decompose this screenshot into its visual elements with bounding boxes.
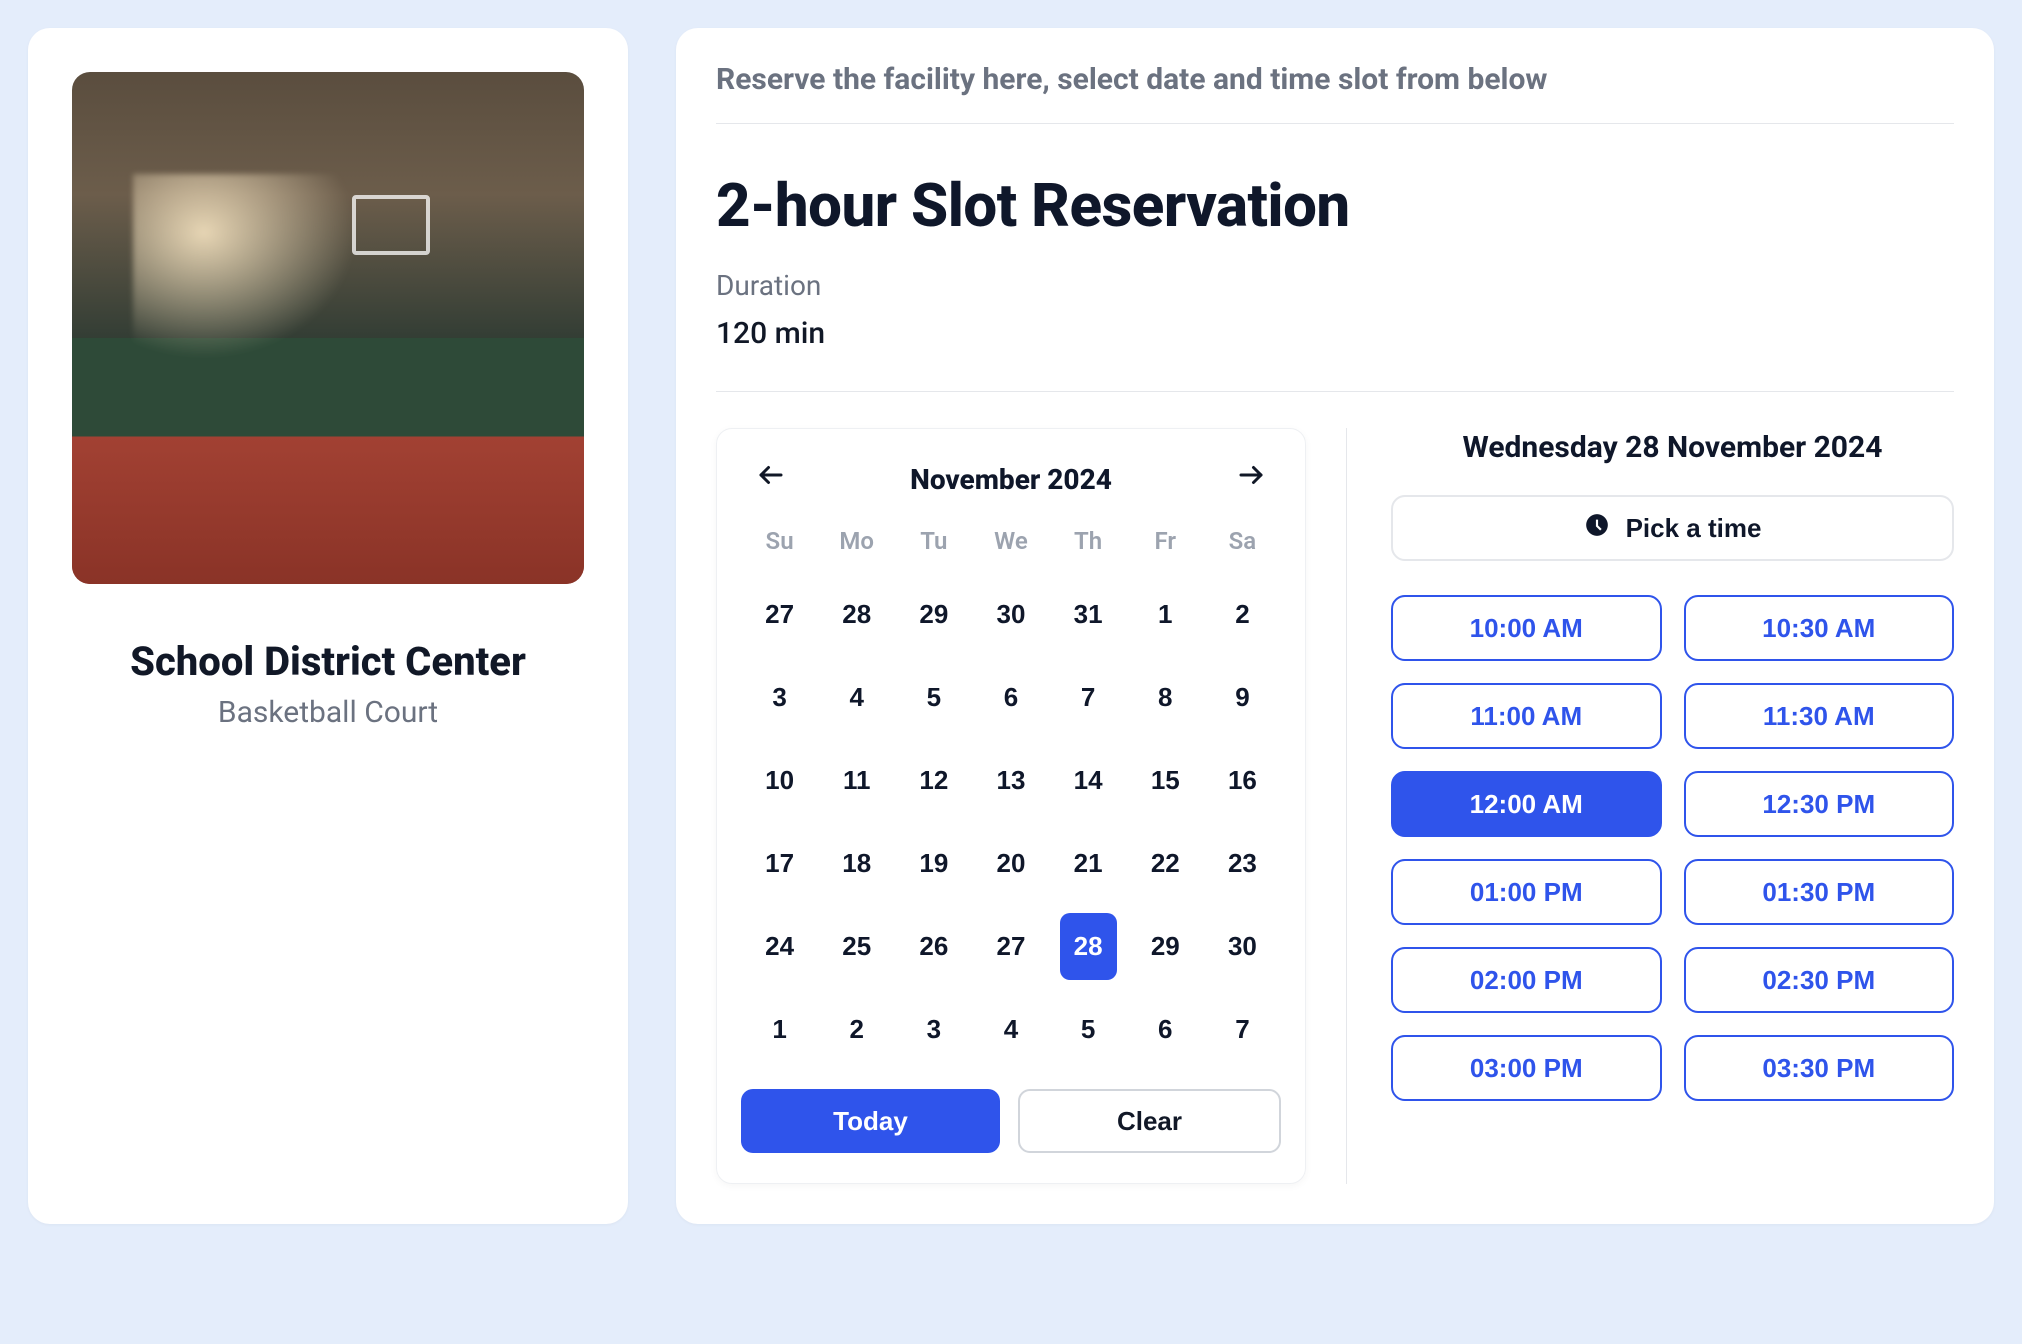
calendar-day[interactable]: 12 — [905, 747, 962, 814]
calendar-day[interactable]: 20 — [982, 830, 1039, 897]
clock-icon — [1584, 512, 1610, 545]
calendar-day[interactable]: 16 — [1214, 747, 1271, 814]
calendar-day[interactable]: 22 — [1137, 830, 1194, 897]
time-slot[interactable]: 11:00 AM — [1391, 683, 1662, 749]
calendar-day[interactable]: 26 — [905, 913, 962, 980]
calendar-day[interactable]: 8 — [1137, 664, 1194, 731]
today-button[interactable]: Today — [741, 1089, 1000, 1153]
calendar-dow: Su — [741, 519, 818, 569]
calendar-day[interactable]: 2 — [1214, 581, 1271, 648]
time-slots: 10:00 AM 10:30 AM 11:00 AM 11:30 AM 12:00 AM… — [1391, 595, 1954, 1101]
calendar-day[interactable]: 23 — [1214, 830, 1271, 897]
time-slot[interactable]: 02:00 PM — [1391, 947, 1662, 1013]
duration-value: 120 min — [716, 316, 1954, 392]
calendar-day[interactable]: 5 — [1060, 996, 1117, 1063]
calendar-dow: Fr — [1127, 519, 1204, 569]
calendar-day[interactable]: 18 — [828, 830, 885, 897]
time-slot[interactable]: 03:00 PM — [1391, 1035, 1662, 1101]
facility-image — [72, 72, 584, 584]
calendar-day[interactable]: 30 — [1214, 913, 1271, 980]
calendar-dow: Th — [1050, 519, 1127, 569]
calendar-day[interactable]: 9 — [1214, 664, 1271, 731]
time-slot[interactable]: 01:00 PM — [1391, 859, 1662, 925]
time-slot[interactable]: 01:30 PM — [1684, 859, 1955, 925]
time-slot[interactable]: 10:00 AM — [1391, 595, 1662, 661]
facility-name: School District Center — [130, 638, 526, 685]
calendar-day[interactable]: 19 — [905, 830, 962, 897]
calendar: November 2024 SuMoTuWeThFrSa272829303112… — [716, 428, 1306, 1184]
calendar-dow: Sa — [1204, 519, 1281, 569]
time-slot[interactable]: 03:30 PM — [1684, 1035, 1955, 1101]
calendar-day[interactable]: 7 — [1060, 664, 1117, 731]
calendar-dow: Tu — [895, 519, 972, 569]
reservation-hint: Reserve the facility here, select date a… — [716, 62, 1954, 124]
calendar-day[interactable]: 27 — [982, 913, 1039, 980]
time-slot[interactable]: 12:30 PM — [1684, 771, 1955, 837]
calendar-day[interactable]: 6 — [982, 664, 1039, 731]
calendar-day[interactable]: 1 — [1137, 581, 1194, 648]
calendar-day[interactable]: 3 — [905, 996, 962, 1063]
calendar-day[interactable]: 13 — [982, 747, 1039, 814]
calendar-month-label: November 2024 — [910, 463, 1112, 496]
calendar-day[interactable]: 1 — [751, 996, 808, 1063]
calendar-day[interactable]: 28 — [1060, 913, 1117, 980]
calendar-day[interactable]: 10 — [751, 747, 808, 814]
time-slot[interactable]: 02:30 PM — [1684, 947, 1955, 1013]
calendar-day[interactable]: 14 — [1060, 747, 1117, 814]
time-column: Wednesday 28 November 2024 Pick a time 1… — [1346, 428, 1954, 1184]
calendar-day[interactable]: 21 — [1060, 830, 1117, 897]
reservation-card: Reserve the facility here, select date a… — [676, 28, 1994, 1224]
pick-time-label: Pick a time — [1626, 513, 1762, 544]
calendar-day[interactable]: 7 — [1214, 996, 1271, 1063]
calendar-dow: We — [972, 519, 1049, 569]
calendar-day[interactable]: 31 — [1060, 581, 1117, 648]
calendar-day[interactable]: 11 — [828, 747, 885, 814]
arrow-right-icon — [1236, 460, 1266, 498]
facility-card: School District Center Basketball Court — [28, 28, 628, 1224]
calendar-grid: SuMoTuWeThFrSa27282930311234567891011121… — [741, 519, 1281, 1067]
pick-time-button[interactable]: Pick a time — [1391, 495, 1954, 561]
calendar-next-button[interactable] — [1229, 457, 1273, 501]
calendar-day[interactable]: 28 — [828, 581, 885, 648]
time-slot[interactable]: 10:30 AM — [1684, 595, 1955, 661]
calendar-day[interactable]: 4 — [982, 996, 1039, 1063]
calendar-day[interactable]: 17 — [751, 830, 808, 897]
calendar-day[interactable]: 25 — [828, 913, 885, 980]
calendar-dow: Mo — [818, 519, 895, 569]
arrow-left-icon — [756, 460, 786, 498]
reservation-heading: 2-hour Slot Reservation — [716, 170, 1954, 241]
calendar-day[interactable]: 24 — [751, 913, 808, 980]
duration-label: Duration — [716, 269, 1954, 302]
calendar-day[interactable]: 30 — [982, 581, 1039, 648]
calendar-day[interactable]: 4 — [828, 664, 885, 731]
clear-button[interactable]: Clear — [1018, 1089, 1281, 1153]
calendar-day[interactable]: 2 — [828, 996, 885, 1063]
calendar-day[interactable]: 29 — [1137, 913, 1194, 980]
calendar-day[interactable]: 5 — [905, 664, 962, 731]
time-slot[interactable]: 11:30 AM — [1684, 683, 1955, 749]
selected-date-label: Wednesday 28 November 2024 — [1391, 428, 1954, 467]
calendar-day[interactable]: 27 — [751, 581, 808, 648]
calendar-day[interactable]: 15 — [1137, 747, 1194, 814]
calendar-prev-button[interactable] — [749, 457, 793, 501]
facility-room: Basketball Court — [218, 695, 438, 730]
calendar-day[interactable]: 3 — [751, 664, 808, 731]
calendar-day[interactable]: 6 — [1137, 996, 1194, 1063]
calendar-day[interactable]: 29 — [905, 581, 962, 648]
time-slot[interactable]: 12:00 AM — [1391, 771, 1662, 837]
